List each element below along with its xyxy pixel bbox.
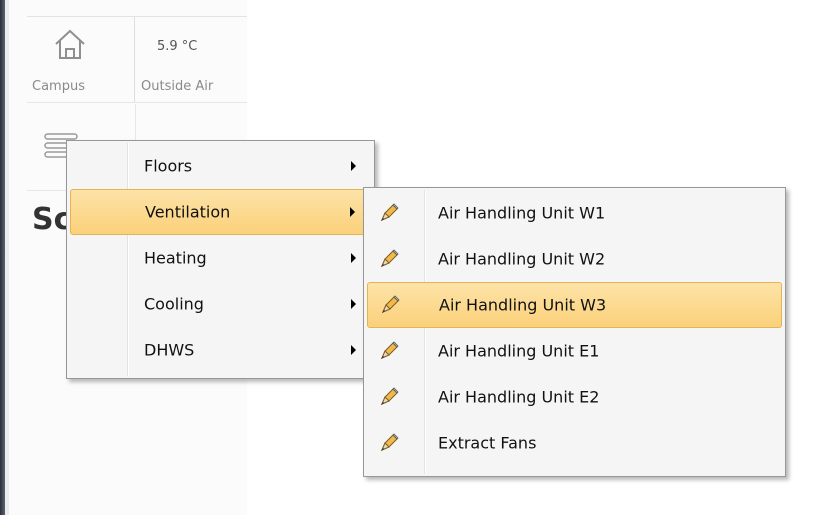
divider [27,102,247,103]
menu-item-label: Air Handling Unit E1 [438,341,600,361]
main-context-menu: Floors Ventilation Heating Cooling DHWS [66,140,375,379]
menu-item-label: Extract Fans [438,433,537,453]
ventilation-submenu: Air Handling Unit W1 Air Handling Unit W… [363,187,786,477]
submenu-arrow-icon [351,253,356,263]
menu-item-label: Cooling [144,294,204,314]
menu-item-ahu-w1[interactable]: Air Handling Unit W1 [367,190,782,236]
menu-item-floors[interactable]: Floors [70,143,371,189]
submenu-arrow-icon [351,345,356,355]
pencil-icon [381,249,399,267]
menu-item-ahu-w2[interactable]: Air Handling Unit W2 [367,236,782,282]
campus-tile[interactable]: Campus [27,17,135,103]
menu-item-ahu-e2[interactable]: Air Handling Unit E2 [367,374,782,420]
status-tiles: Campus 5.9 °C Outside Air [27,16,247,103]
pencil-icon [382,295,400,313]
menu-item-label: Ventilation [145,202,231,222]
submenu-arrow-icon [350,207,355,217]
pencil-icon [381,203,399,221]
pencil-icon [381,341,399,359]
pencil-icon [381,387,399,405]
menu-item-heating[interactable]: Heating [70,235,371,281]
submenu-arrow-icon [351,161,356,171]
outside-air-label: Outside Air [141,79,214,94]
menu-item-cooling[interactable]: Cooling [70,281,371,327]
menu-item-label: DHWS [144,340,195,360]
menu-item-label: Air Handling Unit W2 [438,249,606,269]
campus-label: Campus [32,79,85,94]
menu-item-label: Heating [144,248,207,268]
menu-item-extract-fans[interactable]: Extract Fans [367,420,782,466]
menu-item-label: Air Handling Unit W1 [438,203,606,223]
menu-item-label: Air Handling Unit E2 [438,387,600,407]
outside-air-temperature: 5.9 °C [157,39,198,54]
menu-item-ahu-w3[interactable]: Air Handling Unit W3 [367,282,782,328]
menu-item-ahu-e1[interactable]: Air Handling Unit E1 [367,328,782,374]
pencil-icon [381,433,399,451]
menu-item-label: Floors [144,156,193,176]
submenu-arrow-icon [351,299,356,309]
screen: Campus 5.9 °C Outside Air Sc Floors Vent… [0,0,813,515]
menu-item-label: Air Handling Unit W3 [439,295,607,315]
menu-item-dhws[interactable]: DHWS [70,327,371,373]
menu-item-ventilation[interactable]: Ventilation [70,189,371,235]
outside-air-tile[interactable]: 5.9 °C Outside Air [135,17,247,103]
home-icon [55,29,85,59]
